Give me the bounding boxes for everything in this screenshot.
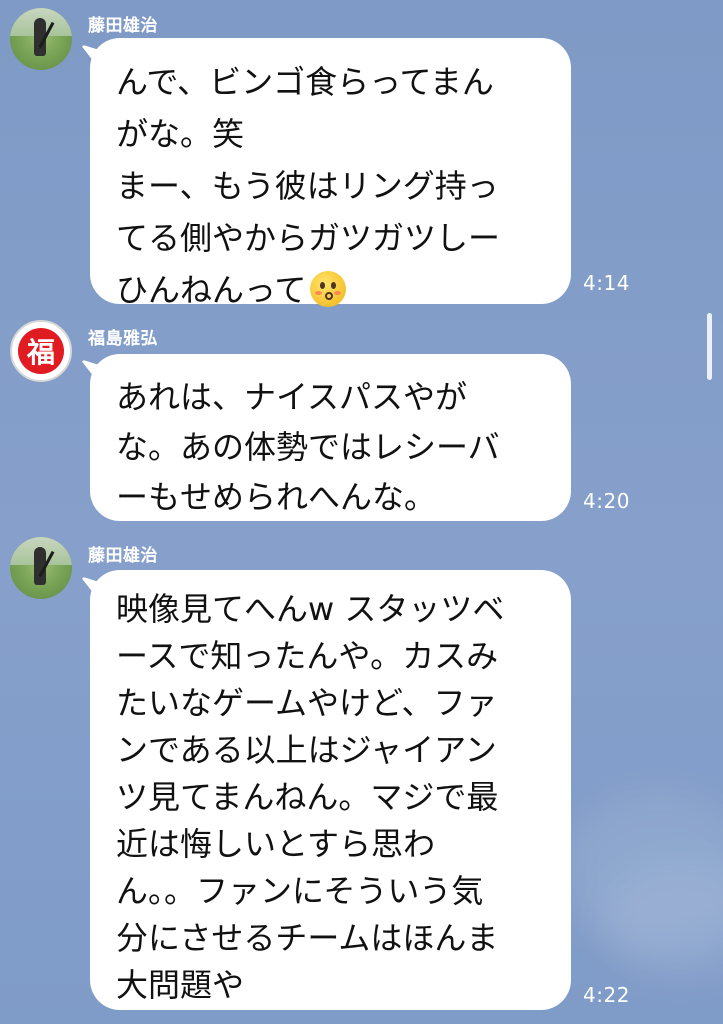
- message-bubble[interactable]: んで、ビンゴ食らってまん がな。笑 まー、もう彼はリング持っ てる側やからガツガ…: [90, 38, 571, 309]
- kissing-face-emoji-icon: [310, 271, 347, 307]
- sender-name: 藤田雄治: [88, 546, 158, 566]
- sender-name: 藤田雄治: [88, 16, 158, 36]
- sender-avatar-seal[interactable]: 福: [10, 320, 72, 382]
- message-time: 4:14: [583, 271, 630, 295]
- scrollbar[interactable]: [707, 313, 712, 380]
- message-bubble[interactable]: あれは、ナイスパスやが な。あの体勢ではレシーバ ーもせめられへんな。: [90, 354, 571, 521]
- message-time: 4:22: [583, 983, 630, 1007]
- message-bubble[interactable]: 映像見てへんw スタッツベ ースで知ったんや。カスみ たいなゲームやけど、ファ …: [90, 570, 571, 1010]
- sender-avatar-photo[interactable]: [10, 8, 72, 70]
- sender-avatar-photo[interactable]: [10, 537, 72, 599]
- message-time: 4:20: [583, 489, 630, 513]
- message-text: んで、ビンゴ食らってまん がな。笑 まー、もう彼はリング持っ てる側やからガツガ…: [116, 63, 501, 309]
- fuku-seal-icon: 福: [18, 328, 64, 374]
- sender-name: 福島雅弘: [88, 329, 158, 349]
